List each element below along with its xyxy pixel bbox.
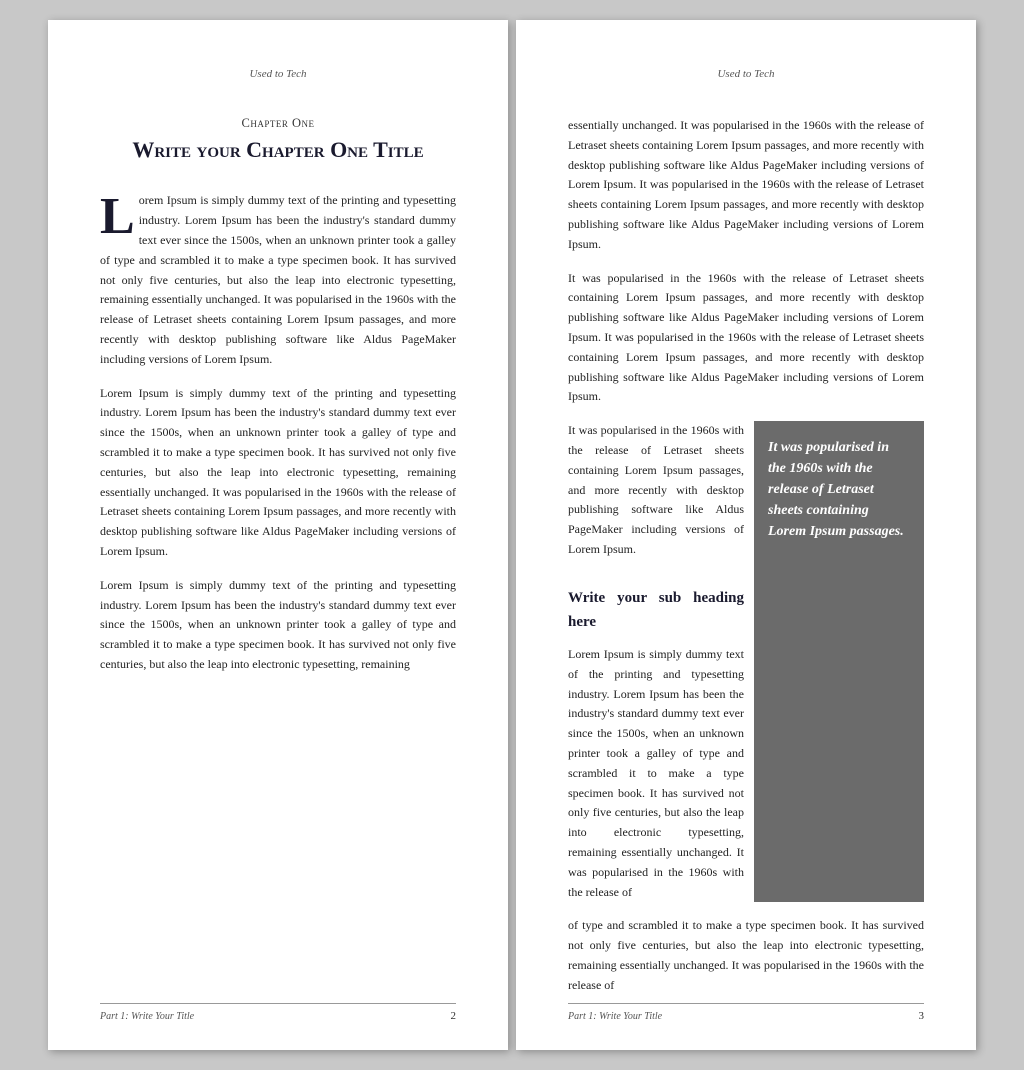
chapter-title: Write your Chapter One Title [100,137,456,163]
right-para-2: It was popularised in the 1960s with the… [568,269,924,408]
left-page: Used to Tech Chapter One Write your Chap… [48,20,508,1050]
para-bottom-split-left: Lorem Ipsum is simply dummy text of the … [568,645,744,902]
left-footer-section: Part 1: Write Your Title [100,1011,194,1022]
pages-container: Used to Tech Chapter One Write your Chap… [28,0,996,1070]
right-header: Used to Tech [568,68,924,80]
right-footer-section: Part 1: Write Your Title [568,1011,662,1022]
subheading: Write your sub heading here [568,586,744,636]
left-para-1: Lorem Ipsum is simply dummy text of the … [100,191,456,369]
right-para-bottom: of type and scrambled it to make a type … [568,916,924,995]
left-para-3: Lorem Ipsum is simply dummy text of the … [100,576,456,675]
pullquote-box: It was popularised in the 1960s with the… [754,421,924,902]
pullquote-text-left: It was popularised in the 1960s with the… [568,421,754,902]
left-para-2: Lorem Ipsum is simply dummy text of the … [100,384,456,562]
right-page: Used to Tech essentially unchanged. It w… [516,20,976,1050]
right-footer: Part 1: Write Your Title 3 [568,1003,924,1022]
chapter-label: Chapter One [100,116,456,131]
left-footer: Part 1: Write Your Title 2 [100,1003,456,1022]
pullquote-container: It was popularised in the 1960s with the… [568,421,924,902]
pullquote-text-before: It was popularised in the 1960s with the… [568,421,744,560]
right-para-1: essentially unchanged. It was popularise… [568,116,924,255]
left-header: Used to Tech [100,68,456,80]
left-footer-page: 2 [451,1010,457,1022]
right-footer-page: 3 [919,1010,925,1022]
